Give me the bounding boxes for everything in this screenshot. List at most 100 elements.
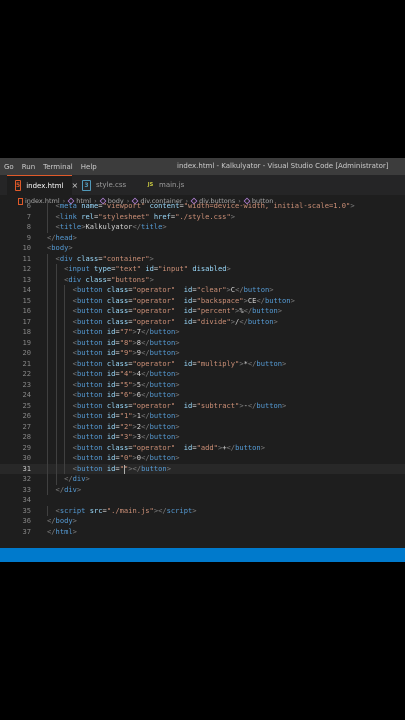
code-token: >: [175, 348, 180, 357]
code-line[interactable]: 20 <button id="9">9</button>: [0, 348, 405, 359]
tab-main-js[interactable]: JS main.js: [147, 175, 212, 195]
code-line[interactable]: 10 <body>: [0, 243, 405, 254]
code-token: name: [81, 201, 99, 210]
code-line[interactable]: 26 <button id="1">1</button>: [0, 411, 405, 422]
code-token: </: [239, 316, 248, 326]
indent-guide: [47, 463, 48, 474]
code-token: button: [76, 390, 103, 399]
code-text: </html>: [47, 527, 77, 538]
code-token: button: [256, 400, 283, 410]
tab-index-html[interactable]: 5 index.html ×: [7, 175, 78, 195]
code-line[interactable]: 37 </html>: [0, 527, 405, 538]
line-number: 27: [22, 421, 31, 431]
line-number: 20: [22, 348, 31, 357]
code-line[interactable]: 18 <button id="7">7</button>: [0, 327, 405, 338]
code-token: "operator": [132, 400, 176, 410]
indent-guide: [55, 400, 57, 411]
code-text: <div class="buttons">: [64, 275, 154, 286]
code-text: <link rel="stylesheet" href="./style.css…: [56, 212, 235, 223]
code-editor[interactable]: 6 <meta name="viewport" content="width=de…: [0, 201, 405, 546]
code-token: button: [149, 390, 176, 399]
code-line[interactable]: 31<button id=""></button>: [0, 464, 405, 475]
code-line[interactable]: 25 <button class="operator" id="subtract"…: [0, 401, 405, 412]
code-text: <script src="./main.js"></script>: [56, 506, 197, 517]
code-line[interactable]: 30 <button id="0">0</button>: [0, 453, 405, 464]
code-line[interactable]: 19 <button id="8">8</button>: [0, 338, 405, 349]
code-line[interactable]: 29 <button class="operator" id="add">+</b…: [0, 443, 405, 454]
code-token: button: [76, 411, 103, 420]
indent-guide: [55, 474, 57, 485]
indent-guide: [64, 432, 66, 443]
code-text: </head>: [47, 233, 77, 244]
code-line[interactable]: 6 <meta name="viewport" content="width=de…: [0, 201, 405, 212]
code-line[interactable]: 7 <link rel="stylesheet" href="./style.cs…: [0, 212, 405, 223]
indent-guide: [55, 316, 57, 327]
code-token: button: [76, 316, 103, 326]
indent-guide: [47, 421, 48, 432]
code-line[interactable]: 28 <button id="3">3</button>: [0, 432, 405, 443]
code-line[interactable]: 22 <button id="4">4</button>: [0, 369, 405, 380]
indent-guide: [55, 379, 57, 390]
menu-help[interactable]: Help: [77, 163, 101, 171]
menu-go[interactable]: Go: [0, 163, 18, 171]
code-line[interactable]: 8 <title>Kalkulyator</title>: [0, 222, 405, 233]
line-number: 33: [22, 484, 31, 494]
code-token: </: [235, 285, 244, 294]
line-number: 22: [22, 369, 31, 378]
code-line[interactable]: 14 <button class="operator" id="clear">C<…: [0, 285, 405, 296]
code-token: "buttons": [111, 274, 150, 284]
code-line[interactable]: 16 <button class="operator" id="percent">…: [0, 306, 405, 317]
code-line[interactable]: 17 <button class="operator" id="divide">/…: [0, 317, 405, 328]
menu-run[interactable]: Run: [18, 163, 39, 171]
code-text: <button id="6">6</button>: [73, 390, 180, 401]
code-token: >: [269, 285, 274, 294]
code-token: </: [141, 390, 150, 399]
code-token: >: [282, 358, 287, 368]
indent-guide: [55, 274, 57, 285]
code-line[interactable]: 23 <button id="5">5</button>: [0, 380, 405, 391]
code-line[interactable]: 35 <script src="./main.js"></script>: [0, 506, 405, 517]
line-number: 19: [22, 337, 31, 347]
code-token: </: [141, 421, 150, 431]
code-line[interactable]: 15 <button class="operator" id="backspace…: [0, 296, 405, 307]
line-number: 11: [22, 253, 31, 263]
indent-guide: [64, 411, 66, 422]
code-line[interactable]: 21 <button class="operator" id="multiply"…: [0, 359, 405, 370]
code-token: button: [76, 379, 103, 389]
code-token: "stylesheet": [98, 211, 150, 221]
code-token: button: [76, 295, 103, 305]
code-token: button: [76, 463, 103, 473]
indent-guide: [64, 442, 66, 453]
code-line[interactable]: 32 </div>: [0, 474, 405, 485]
line-number: 16: [22, 306, 31, 315]
code-text: <button class="operator" id="clear">C</b…: [73, 285, 274, 296]
indent-guide: [47, 411, 48, 422]
code-token: >: [175, 421, 180, 431]
code-token: </: [47, 526, 56, 536]
code-line[interactable]: 9 </head>: [0, 233, 405, 244]
code-line[interactable]: 34: [0, 495, 405, 506]
indent-guide: [55, 432, 57, 443]
html-file-icon: 5: [15, 180, 22, 191]
code-line[interactable]: 11 <div class="container">: [0, 254, 405, 265]
line-number: 34: [22, 495, 31, 504]
code-line[interactable]: 27 <button id="2">2</button>: [0, 422, 405, 433]
code-token: </: [226, 442, 236, 452]
menu-terminal[interactable]: Terminal: [39, 163, 77, 171]
code-token: class: [106, 306, 129, 315]
code-token: >: [226, 264, 231, 273]
code-line[interactable]: 36 </body>: [0, 516, 405, 527]
close-icon[interactable]: ×: [72, 181, 79, 190]
indent-guide: [47, 379, 48, 390]
tab-style-css[interactable]: 3 style.css: [82, 175, 147, 195]
indent-guide: [47, 474, 48, 485]
code-line[interactable]: 13 <div class="buttons">: [0, 275, 405, 286]
code-token: "7": [119, 327, 133, 336]
code-line[interactable]: 12 <input type="text" id="input" disabled…: [0, 264, 405, 275]
code-line[interactable]: 33 </div>: [0, 485, 405, 496]
line-number: 15: [22, 295, 31, 305]
js-file-icon: JS: [147, 182, 154, 188]
code-token: </: [141, 369, 150, 378]
code-line[interactable]: 24 <button id="6">6</button>: [0, 390, 405, 401]
